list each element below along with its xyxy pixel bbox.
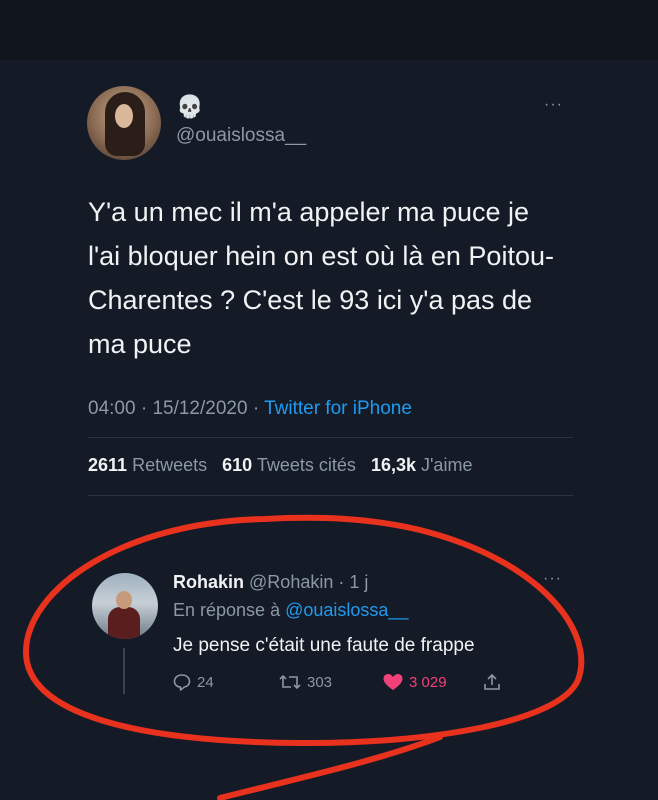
retweet-icon xyxy=(279,674,301,690)
reply-to-prefix: En réponse à xyxy=(173,600,281,620)
tweet-stats: 2611 Retweets 610 Tweets cités 16,3k J'a… xyxy=(88,455,472,476)
reply-to: En réponse à @ouaislossa__ xyxy=(173,600,408,621)
reply-text: Je pense c'était une faute de frappe xyxy=(173,635,475,656)
tweet-time: 04:00 xyxy=(88,398,136,419)
avatar[interactable] xyxy=(87,86,161,160)
retweets-count[interactable]: 2611 xyxy=(88,455,127,475)
tweet-text: Y'a un mec il m'a appeler ma puce je l'a… xyxy=(88,197,554,359)
heart-icon xyxy=(383,674,403,690)
share-button[interactable] xyxy=(482,672,502,692)
like-count: 3 029 xyxy=(409,673,447,691)
tweet-date: 15/12/2020 xyxy=(152,398,248,419)
quotes-count[interactable]: 610 xyxy=(222,455,252,475)
quotes-label[interactable]: Tweets cités xyxy=(257,455,356,475)
reply-count: 24 xyxy=(197,673,214,691)
thread-line xyxy=(123,648,125,694)
reply-header: Rohakin @Rohakin · 1 j xyxy=(173,572,369,592)
reply-button[interactable]: 24 xyxy=(172,672,214,692)
tweet-source[interactable]: Twitter for iPhone xyxy=(264,398,412,419)
divider xyxy=(88,495,573,496)
tweet-meta: 04:00 · 15/12/2020 · Twitter for iPhone xyxy=(88,398,412,419)
divider xyxy=(88,437,573,438)
reply-handle[interactable]: @Rohakin xyxy=(249,572,333,592)
share-icon xyxy=(484,673,500,690)
likes-label[interactable]: J'aime xyxy=(421,455,472,475)
reply-to-handle[interactable]: @ouaislossa__ xyxy=(285,600,408,620)
display-name-emoji: 💀 xyxy=(176,94,204,119)
retweet-button[interactable]: 303 xyxy=(278,672,332,692)
top-shade xyxy=(0,0,658,60)
more-icon[interactable]: ··· xyxy=(544,96,563,114)
like-button[interactable]: 3 029 xyxy=(382,672,447,692)
reply-actions: 24 303 3 029 xyxy=(172,672,512,694)
more-icon[interactable]: ··· xyxy=(543,570,562,588)
user-handle[interactable]: @ouaislossa__ xyxy=(176,125,306,147)
reply-age[interactable]: 1 j xyxy=(349,572,368,592)
retweets-label[interactable]: Retweets xyxy=(132,455,207,475)
reply-icon xyxy=(173,674,191,691)
reply-avatar[interactable] xyxy=(92,573,158,639)
likes-count[interactable]: 16,3k xyxy=(371,455,416,475)
reply-display-name[interactable]: Rohakin xyxy=(173,572,244,592)
retweet-count: 303 xyxy=(307,673,333,691)
